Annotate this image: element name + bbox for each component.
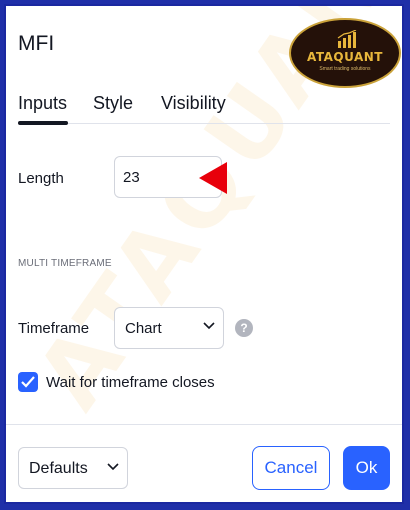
timeframe-label: Timeframe: [18, 320, 90, 337]
ataquant-logo: ATAQUANT Smart trading solutions: [289, 18, 401, 88]
indicator-settings-dialog: ATAQUANT MFI ATAQUANT Smart trading solu…: [4, 4, 404, 504]
cancel-button[interactable]: Cancel: [252, 446, 330, 490]
checkmark-icon: [21, 376, 35, 388]
red-arrow-marker-icon: [199, 162, 227, 194]
active-tab-indicator: [18, 121, 68, 125]
wait-timeframe-checkbox[interactable]: [18, 372, 38, 392]
footer-divider: [6, 424, 402, 425]
timeframe-select[interactable]: Chart: [114, 307, 224, 349]
question-circle-icon[interactable]: ?: [235, 319, 253, 337]
ok-button[interactable]: Ok: [343, 446, 390, 490]
defaults-label: Defaults: [29, 460, 88, 477]
dialog-title: MFI: [18, 32, 55, 55]
logo-tagline: Smart trading solutions: [319, 66, 371, 72]
tab-inputs[interactable]: Inputs: [18, 90, 67, 116]
bar-chart-logo-icon: [337, 30, 357, 48]
logo-name: ATAQUANT: [307, 50, 383, 64]
length-label: Length: [18, 170, 64, 187]
section-title-multi-timeframe: MULTI TIMEFRAME: [18, 258, 112, 269]
defaults-dropdown-button[interactable]: Defaults: [18, 447, 128, 489]
chevron-down-icon: [107, 463, 119, 471]
tab-visibility[interactable]: Visibility: [161, 90, 226, 116]
chevron-down-icon: [203, 322, 215, 330]
wait-timeframe-label[interactable]: Wait for timeframe closes: [46, 374, 215, 391]
tab-divider: [18, 123, 390, 124]
tab-bar: Inputs Style Visibility: [6, 90, 402, 128]
tab-style[interactable]: Style: [93, 90, 133, 116]
timeframe-select-value: Chart: [125, 320, 162, 337]
